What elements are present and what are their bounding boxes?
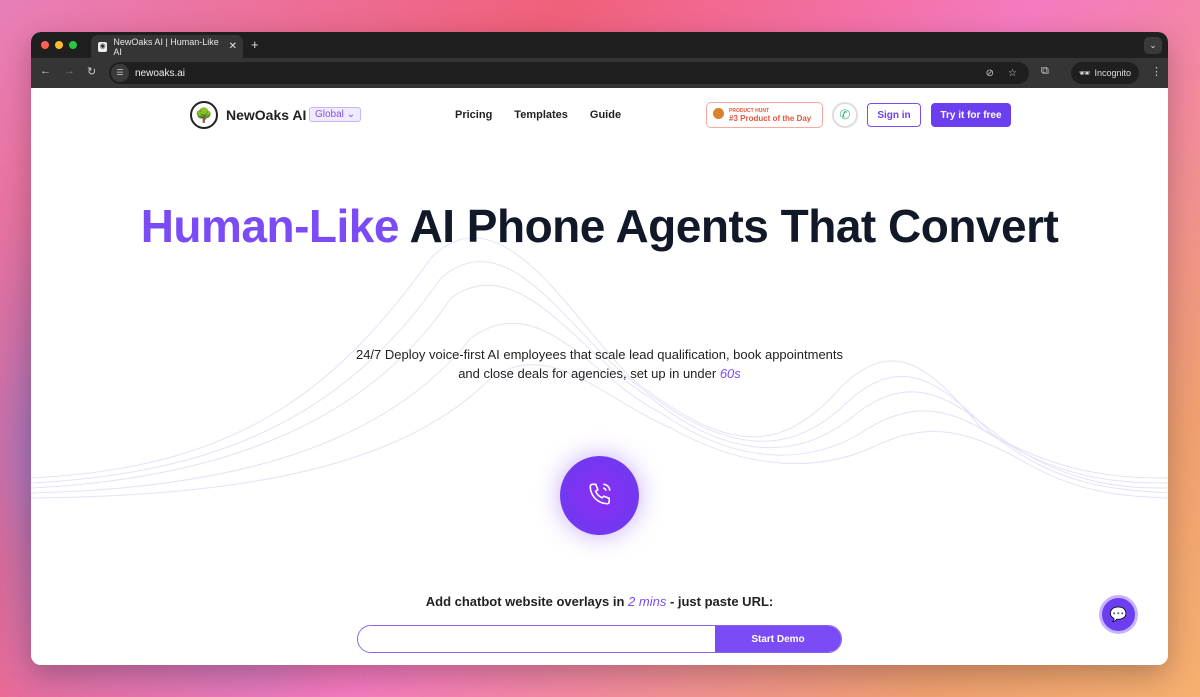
maximize-window-button[interactable]	[69, 41, 77, 49]
close-tab-icon[interactable]: ✕	[229, 41, 237, 52]
nav-link-guide[interactable]: Guide	[590, 109, 621, 121]
chat-icon: 💬	[1109, 606, 1128, 622]
phone-call-button[interactable]: ✆	[832, 102, 858, 128]
phone-ringing-icon	[588, 483, 611, 505]
new-tab-icon[interactable]: +	[251, 37, 259, 52]
favicon-icon: ◉	[98, 41, 108, 52]
chevron-down-icon: ⌄	[346, 109, 356, 120]
product-hunt-badge[interactable]: PRODUCT HUNT #3 Product of the Day	[706, 102, 823, 128]
hero-title-rest: AI Phone Agents That Convert	[398, 200, 1059, 252]
url-text: newoaks.ai	[135, 67, 186, 79]
reload-icon[interactable]: ↻	[87, 65, 96, 78]
site-settings-icon[interactable]: ☰	[111, 64, 129, 82]
phone-icon: ✆	[839, 107, 851, 122]
nav-link-pricing[interactable]: Pricing	[455, 109, 492, 121]
eye-off-icon[interactable]: ⊘	[986, 68, 994, 79]
url-input[interactable]	[358, 626, 715, 652]
badge-main-text: #3 Product of the Day	[729, 114, 812, 123]
oak-tree-logo-icon[interactable]: 🌳	[190, 101, 218, 129]
browser-toolbar: ← → ↻ ☰ newoaks.ai ⊘ ☆ ⧉ 🕶 Incognito ⋮	[31, 58, 1168, 88]
chat-widget-button[interactable]: 💬	[1099, 595, 1138, 634]
incognito-icon: 🕶	[1079, 67, 1091, 78]
try-free-button[interactable]: Try it for free	[931, 103, 1011, 127]
close-window-button[interactable]	[41, 41, 49, 49]
bookmark-star-icon[interactable]: ☆	[1008, 68, 1017, 79]
medal-icon	[713, 108, 724, 119]
incognito-label: Incognito	[1094, 68, 1131, 78]
nav-link-templates[interactable]: Templates	[514, 109, 568, 121]
hero-title-highlight: Human-Like	[140, 200, 400, 252]
cta-before: Add chatbot website overlays in	[425, 594, 629, 609]
extensions-icon[interactable]: ⧉	[1041, 65, 1049, 78]
start-demo-button[interactable]: Start Demo	[715, 626, 841, 652]
region-label: Global	[315, 109, 344, 120]
page-content: 🌳 NewOaks AI Global ⌄ Pricing Templates …	[31, 88, 1168, 665]
cta-highlight: 2 mins	[628, 594, 667, 609]
address-bar[interactable]: ☰ newoaks.ai ⊘ ☆	[109, 62, 1029, 84]
back-icon[interactable]: ←	[40, 65, 51, 77]
forward-icon[interactable]: →	[64, 65, 75, 77]
tab-bar: ◉ NewOaks AI | Human-Like AI ✕ + ⌄	[31, 32, 1168, 58]
brand-name[interactable]: NewOaks AI	[226, 107, 306, 123]
hero-title: Human-Like AI Phone Agents That Convert	[31, 193, 1168, 259]
tab-search-chevron-icon[interactable]: ⌄	[1144, 37, 1162, 54]
sign-in-button[interactable]: Sign in	[867, 103, 921, 127]
subtitle-line-1: 24/7 Deploy voice-first AI employees tha…	[355, 347, 844, 362]
cta-after: - just paste URL:	[666, 594, 774, 609]
incognito-badge[interactable]: 🕶 Incognito	[1071, 62, 1139, 84]
subtitle-line-2: and close deals for agencies, set up in …	[458, 366, 720, 381]
menu-kebab-icon[interactable]: ⋮	[1151, 65, 1162, 78]
demo-cta-text: Add chatbot website overlays in 2 mins -…	[31, 594, 1168, 609]
browser-window: ◉ NewOaks AI | Human-Like AI ✕ + ⌄ ← → ↻ ☰…	[31, 32, 1168, 665]
tab-title: NewOaks AI | Human-Like AI	[113, 36, 219, 57]
browser-tab[interactable]: ◉ NewOaks AI | Human-Like AI ✕	[91, 35, 243, 58]
minimize-window-button[interactable]	[55, 41, 63, 49]
start-call-button[interactable]	[560, 456, 639, 535]
hero-subtitle: 24/7 Deploy voice-first AI employees tha…	[31, 345, 1168, 383]
subtitle-highlight: 60s	[719, 366, 741, 381]
demo-form: Start Demo	[357, 625, 842, 653]
top-nav: 🌳 NewOaks AI Global ⌄ Pricing Templates …	[31, 100, 1168, 130]
region-select[interactable]: Global ⌄	[309, 107, 362, 122]
